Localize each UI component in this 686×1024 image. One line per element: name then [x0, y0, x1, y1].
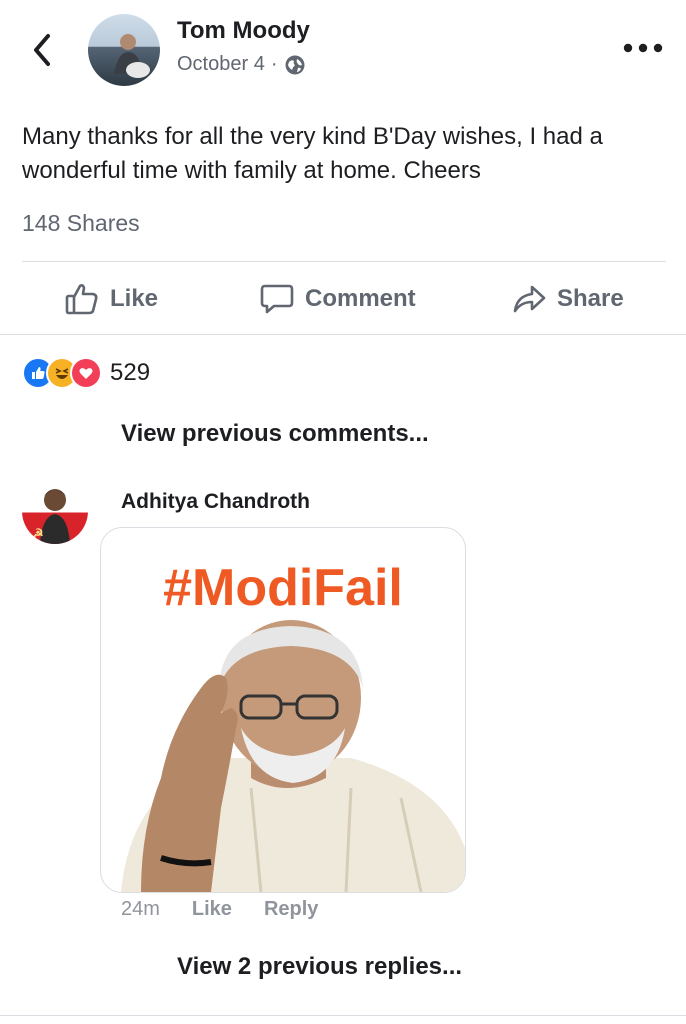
sticker-hashtag: #ModiFail — [163, 559, 403, 617]
commenter-name[interactable]: Adhitya Chandroth — [121, 490, 310, 514]
comment-like-link[interactable]: Like — [192, 898, 232, 921]
comment-sticker[interactable]: #ModiFail — [100, 527, 466, 893]
reaction-count: 529 — [110, 359, 151, 386]
divider — [0, 334, 686, 335]
share-label: Share — [557, 285, 624, 312]
comment-label: Comment — [305, 285, 416, 312]
svg-text:☭: ☭ — [32, 526, 44, 541]
sticker-photo — [121, 620, 465, 892]
view-previous-replies-link[interactable]: View 2 previous replies... — [177, 953, 462, 981]
meta-separator: · — [270, 53, 278, 75]
comment-reply-link[interactable]: Reply — [264, 898, 318, 921]
share-button[interactable]: Share — [511, 276, 624, 322]
more-options-button[interactable] — [622, 40, 664, 56]
comment-meta: 24m Like Reply — [121, 898, 318, 921]
divider — [0, 1015, 686, 1016]
more-horizontal-icon — [623, 43, 663, 53]
author-photo — [114, 34, 150, 78]
divider — [22, 261, 666, 262]
chevron-left-icon — [34, 34, 50, 66]
like-button[interactable]: Like — [64, 276, 158, 322]
commenter-avatar[interactable]: ☭ — [22, 478, 88, 544]
love-reaction-icon — [70, 357, 102, 389]
globe-icon — [285, 55, 304, 74]
shares-count[interactable]: 148 Shares — [22, 210, 140, 237]
reactions-summary[interactable]: 529 — [22, 357, 151, 389]
speech-bubble-icon — [260, 284, 294, 314]
comment-time: 24m — [121, 898, 160, 920]
post-date[interactable]: October 4 — [177, 53, 265, 76]
post-meta: October 4 · — [177, 53, 306, 76]
like-label: Like — [110, 285, 159, 312]
author-avatar[interactable] — [88, 14, 160, 86]
back-button[interactable] — [28, 28, 60, 72]
share-arrow-icon — [513, 285, 546, 313]
view-previous-comments-link[interactable]: View previous comments... — [121, 420, 429, 448]
author-name[interactable]: Tom Moody — [177, 17, 310, 45]
post-text: Many thanks for all the very kind B'Day … — [22, 123, 603, 184]
thumbs-up-icon — [65, 284, 98, 315]
comment-button[interactable]: Comment — [259, 276, 416, 322]
commenter-photo: ☭ — [32, 489, 70, 544]
